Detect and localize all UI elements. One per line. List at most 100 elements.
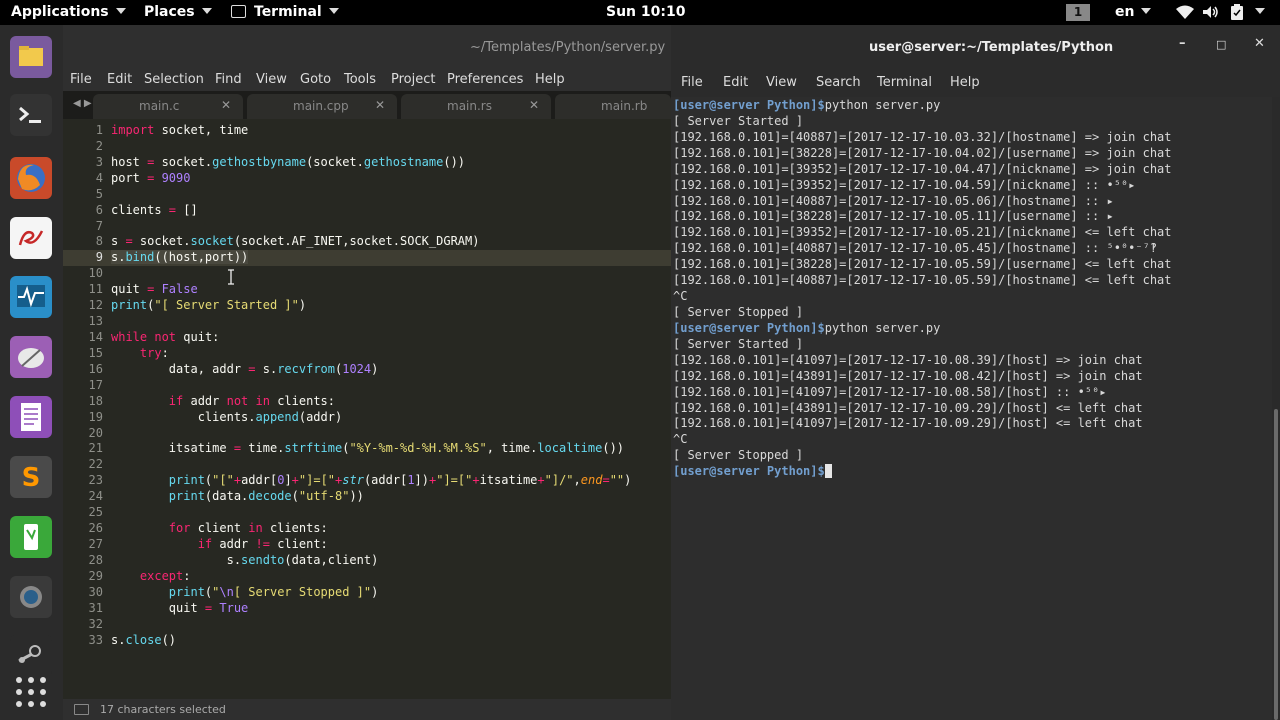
editor-menu-file[interactable]: File — [70, 72, 92, 87]
editor-menu-view[interactable]: View — [256, 72, 287, 87]
terminal-text: python server.py — [824, 320, 941, 335]
editor-menu-goto[interactable]: Goto — [300, 72, 331, 87]
editor-menu-help[interactable]: Help — [535, 72, 565, 87]
editor-tab-bar: ◀ ▶ main.c ✕ main.cpp ✕ main.rs ✕ main.rb — [63, 91, 671, 119]
app-grid-icon[interactable] — [10, 671, 52, 713]
terminal-menu-edit[interactable]: Edit — [723, 75, 748, 90]
tab-main-rb[interactable]: main.rb — [555, 94, 671, 119]
screenshot-icon[interactable] — [10, 336, 52, 378]
terminal-menu-search[interactable]: Search — [816, 75, 861, 90]
terminal-text: [192.168.0.101]=[39352]=[2017-12-17-10.0… — [673, 177, 1136, 192]
terminal-menu-help[interactable]: Help — [950, 75, 980, 90]
code-line-30: print("\n[ Server Stopped ]") — [168, 584, 379, 599]
gedit-icon[interactable] — [10, 516, 52, 558]
terminal-titlebar[interactable]: user@server:~/Templates/Python – □ ✕ — [671, 25, 1280, 69]
close-icon[interactable]: ✕ — [375, 98, 385, 112]
terminal-text: ^C — [673, 289, 688, 304]
terminal-text: [192.168.0.101]=[43891]=[2017-12-17-10.0… — [673, 368, 1143, 383]
terminal-icon[interactable] — [10, 94, 52, 136]
files-icon[interactable] — [10, 36, 52, 78]
language-menu[interactable]: en — [1115, 4, 1152, 20]
line-number: 20 — [88, 425, 103, 440]
svg-text:S: S — [22, 463, 41, 493]
code-line-15: try: — [139, 345, 169, 360]
line-number: 5 — [95, 186, 103, 201]
editor-menu-project[interactable]: Project — [391, 72, 435, 87]
tab-main-cpp[interactable]: main.cpp ✕ — [247, 94, 397, 119]
chevron-down-icon — [1255, 8, 1265, 14]
system-monitor-icon[interactable] — [10, 276, 52, 318]
terminal-app-menu[interactable]: Terminal — [231, 4, 339, 20]
applications-menu[interactable]: Applications — [11, 4, 126, 20]
tab-nav-arrows[interactable]: ◀ ▶ — [73, 98, 92, 109]
editor-menu-find[interactable]: Find — [215, 72, 242, 87]
top-panel: Applications Places Terminal Sun 10:10 1… — [0, 0, 1280, 25]
line-number: 10 — [88, 266, 103, 281]
places-menu[interactable]: Places — [144, 4, 212, 20]
language-label: en — [1115, 4, 1135, 20]
maximize-button[interactable]: □ — [1216, 38, 1226, 51]
scrollbar-thumb[interactable] — [1274, 409, 1278, 720]
terminal-text: [192.168.0.101]=[38228]=[2017-12-17-10.0… — [673, 145, 1172, 160]
code-line-18: if addr not in clients: — [168, 393, 336, 408]
editor-titlebar[interactable]: ~/Templates/Python/server.py — [63, 25, 671, 69]
editor-menu-tools[interactable]: Tools — [344, 72, 376, 87]
volume-icon[interactable] — [1202, 5, 1220, 23]
line-number: 32 — [88, 616, 103, 631]
terminal-text: [ Server Started ] — [673, 113, 804, 128]
tab-main-rs[interactable]: main.rs ✕ — [401, 94, 551, 119]
editor-menu-edit[interactable]: Edit — [107, 72, 132, 87]
terminal-menu-view[interactable]: View — [766, 75, 797, 90]
terminal-text: ^C — [673, 432, 688, 447]
sublime-text-icon[interactable]: S — [10, 456, 52, 498]
dock: S — [0, 25, 63, 720]
clock[interactable]: Sun 10:10 — [606, 4, 685, 20]
text-editor-icon[interactable] — [10, 217, 52, 259]
power-menu[interactable] — [1248, 4, 1265, 20]
tab-label: main.rs — [447, 99, 492, 113]
terminal-menu-file[interactable]: File — [681, 75, 703, 90]
camera-icon[interactable] — [10, 576, 52, 618]
terminal-line: [user@server Python]$python server.py — [673, 97, 1272, 113]
code-line-14: while not quit: — [111, 329, 220, 344]
line-number: 25 — [88, 505, 103, 520]
terminal-cursor — [824, 464, 832, 479]
terminal-menu-terminal[interactable]: Terminal — [877, 75, 932, 90]
document-icon[interactable] — [10, 396, 52, 438]
line-number: 7 — [95, 218, 103, 233]
minimize-button[interactable]: – — [1179, 36, 1186, 51]
terminal-line: [192.168.0.101]=[41097]=[2017-12-17-10.0… — [673, 352, 1272, 368]
editor-menu-selection[interactable]: Selection — [144, 72, 204, 87]
code-area[interactable]: import socket, time host = socket.gethos… — [111, 122, 671, 647]
close-icon[interactable]: ✕ — [221, 98, 231, 112]
terminal-text: [192.168.0.101]=[39352]=[2017-12-17-10.0… — [673, 225, 1172, 240]
chevron-down-icon — [201, 8, 212, 14]
code-line-21: itsatime = time.strftime("%Y-%m-%d-%H.%M… — [111, 441, 625, 456]
code-line-3: host = socket.gethostbyname(socket.getho… — [111, 154, 466, 169]
terminal-text: [ Server Stopped ] — [673, 448, 804, 463]
battery-icon[interactable] — [1231, 4, 1243, 24]
terminal-output[interactable]: [user@server Python]$python server.py[ S… — [671, 97, 1272, 720]
editor-menu-preferences[interactable]: Preferences — [447, 72, 523, 87]
close-icon[interactable]: ✕ — [529, 98, 539, 112]
terminal-window: user@server:~/Templates/Python – □ ✕ Fil… — [671, 25, 1280, 720]
firefox-icon[interactable] — [10, 157, 52, 199]
places-label: Places — [144, 4, 195, 20]
terminal-text: python server.py — [824, 98, 941, 112]
terminal-line: [192.168.0.101]=[43891]=[2017-12-17-10.0… — [673, 368, 1272, 384]
terminal-line: [192.168.0.101]=[40887]=[2017-12-17-10.0… — [673, 193, 1272, 209]
code-line-1: import socket, time — [111, 123, 249, 137]
workspace-indicator[interactable]: 1 — [1066, 4, 1090, 21]
tab-main-c[interactable]: main.c ✕ — [93, 94, 243, 119]
terminal-app-icon — [231, 5, 246, 18]
terminal-line: ^C — [673, 288, 1272, 304]
terminal-menubar: File Edit View Search Terminal Help — [671, 69, 1280, 97]
terminal-scrollbar[interactable] — [1272, 97, 1280, 720]
wifi-icon[interactable] — [1176, 5, 1194, 23]
line-number: 27 — [88, 536, 103, 551]
close-button[interactable]: ✕ — [1254, 36, 1265, 51]
shell-prompt: [user@server Python]$ — [673, 98, 825, 112]
panel-toggle-icon[interactable] — [74, 704, 89, 715]
